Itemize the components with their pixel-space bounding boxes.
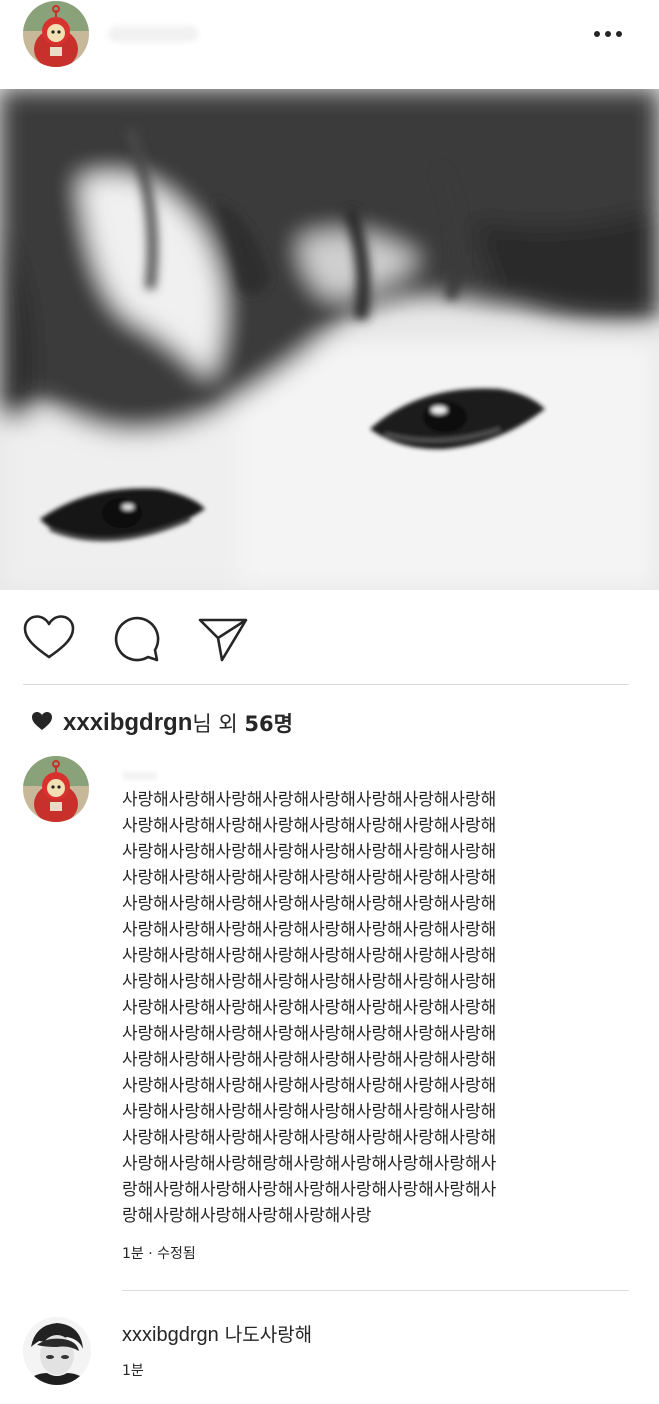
username-redacted (108, 26, 198, 42)
teletubby-avatar-icon[interactable] (23, 756, 89, 822)
paper-plane-icon[interactable] (196, 612, 252, 668)
more-options-icon[interactable] (588, 22, 628, 46)
action-divider (23, 684, 629, 685)
heart-filled-icon (31, 711, 53, 736)
teletubby-avatar-icon[interactable] (23, 1, 89, 67)
post-photo[interactable] (0, 89, 659, 590)
likes-summary[interactable]: xxxibgdrgn 님 외 56명 (31, 706, 293, 740)
likes-username[interactable]: xxxibgdrgn (63, 709, 192, 737)
likes-and-others: 외 (211, 712, 245, 736)
post-header (0, 0, 659, 88)
likes-honorific: 님 (192, 712, 212, 736)
comment-divider (122, 1290, 629, 1291)
reply-username[interactable]: xxxibgdrgn (122, 1324, 219, 1346)
heart-outline-icon[interactable] (21, 612, 77, 668)
user-avatar[interactable] (23, 1317, 91, 1385)
likes-count[interactable]: 56명 (244, 708, 293, 738)
reply-comment: xxxibgdrgn 나도사랑해 (122, 1320, 312, 1347)
caption-username-redacted (122, 772, 158, 780)
caption-timestamp: 1분 · 수정됨 (122, 1246, 196, 1262)
comment-bubble-icon[interactable] (110, 612, 166, 668)
caption-text: 사랑해사랑해사랑해사랑해사랑해사랑해사랑해사랑해 사랑해사랑해사랑해사랑해사랑해… (122, 790, 497, 1226)
reply-timestamp: 1분 (122, 1363, 144, 1379)
action-bar (0, 612, 659, 668)
reply-text: 나도사랑해 (218, 1324, 313, 1346)
